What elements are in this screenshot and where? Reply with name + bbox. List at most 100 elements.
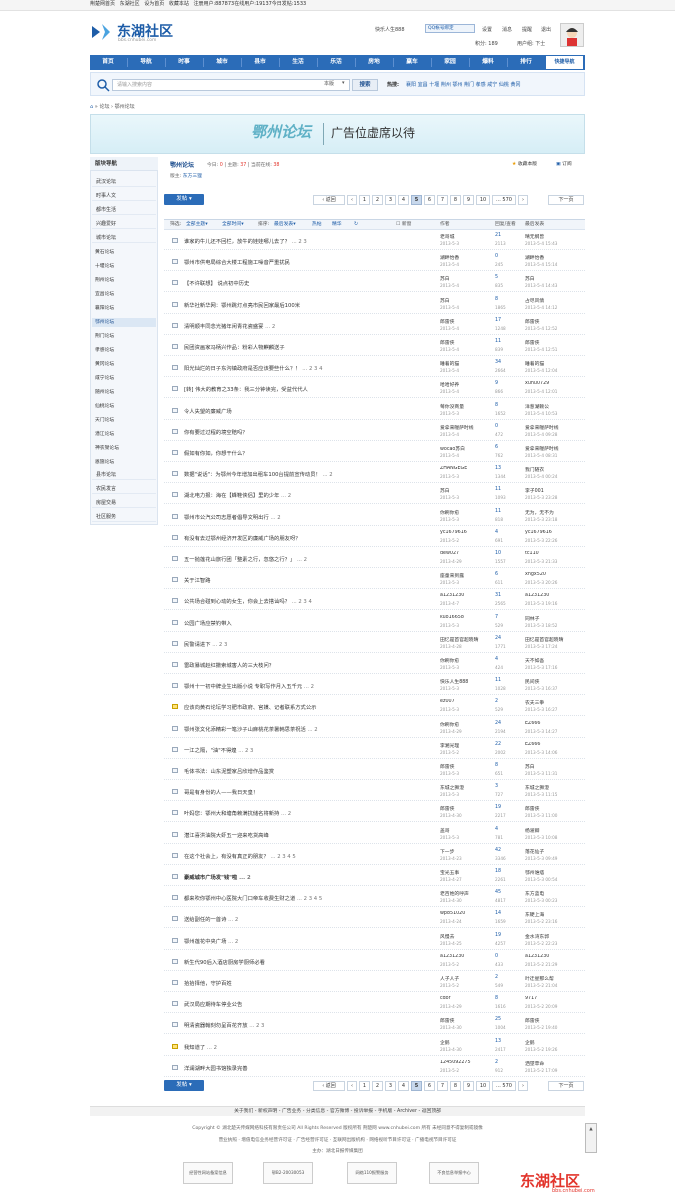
last-poster[interactable]: 同林子	[525, 615, 585, 622]
reply-count[interactable]: 8	[495, 297, 498, 302]
reply-count[interactable]: 4	[495, 827, 498, 832]
page-current[interactable]: 5	[411, 1081, 422, 1091]
last-poster[interactable]: 农夫三拳	[525, 699, 585, 706]
thread-title[interactable]: 民团资画家冯柄兴作品：粉彩人物麒麟送子	[184, 343, 434, 351]
hot-link[interactable]: 荆州	[441, 82, 451, 88]
hot-link[interactable]: 十堰	[429, 82, 439, 88]
fav-board-button[interactable]: ★ 收藏本版	[512, 160, 537, 167]
thread-title[interactable]: 应该向黄石论坛学习肥市政府、官媒、记者联系方式公示	[184, 703, 434, 711]
thread-author[interactable]: 你刷你愈	[440, 509, 490, 516]
last-poster[interactable]: 无为，无不为	[525, 509, 585, 516]
last-poster[interactable]: 杨濯卿	[525, 827, 585, 834]
thread-pages[interactable]: ... 2	[304, 684, 314, 690]
thread-title[interactable]: 阳光灿烂的日子东沟镇政府是否应该要些什么？！ ... 2 3 4	[184, 364, 434, 372]
last-post-time[interactable]: 2013-5-2 19:26	[525, 1047, 557, 1052]
thread-title[interactable]: 鄂州市公汽公司志愿者倡导文明出行 ... 2	[184, 513, 434, 521]
reply-count[interactable]: 19	[495, 805, 501, 810]
last-poster[interactable]: EZ666	[525, 721, 585, 726]
last-post-time[interactable]: 2013-5-3 10:08	[525, 835, 557, 840]
username[interactable]: 快乐人生888	[375, 26, 405, 33]
last-poster[interactable]: xuhu0729	[525, 381, 585, 386]
badge-110[interactable]: 网络110报警服务	[347, 1162, 397, 1184]
messages-link[interactable]: 消息	[502, 26, 512, 33]
page-link[interactable]: 8	[450, 1081, 461, 1091]
page-link[interactable]: 7	[437, 1081, 448, 1091]
quick-nav-button[interactable]: 快捷导航	[546, 56, 583, 69]
notify-link[interactable]: 提醒	[522, 26, 532, 33]
reply-count[interactable]: 24	[495, 636, 501, 641]
reply-count[interactable]: 7	[495, 615, 498, 620]
last-post-time[interactable]: 2013-5-3 11:31	[525, 771, 557, 776]
sidebar-item[interactable]: 恩施论坛	[95, 458, 114, 467]
last-post-time[interactable]: 2013-5-4 00:24	[525, 474, 557, 479]
reply-count[interactable]: 8	[495, 763, 498, 768]
thread-author[interactable]: 苏白	[440, 297, 490, 304]
page-link[interactable]: 1	[359, 1081, 370, 1091]
thread-author[interactable]: 东城之狮澄	[440, 784, 490, 791]
sidebar-item-current[interactable]: 鄂州论坛	[92, 318, 156, 327]
breadcrumb-board[interactable]: 鄂州论坛	[115, 104, 135, 110]
last-post-time[interactable]: 2013-5-3 18:52	[525, 623, 557, 628]
reply-count[interactable]: 3	[495, 784, 498, 789]
thread-title[interactable]: 你有要过过程的境空赔吗？	[184, 428, 434, 436]
thread-pages[interactable]: ... 2 3 4 5	[270, 854, 295, 860]
reply-count[interactable]: 21	[495, 233, 501, 238]
reply-count[interactable]: 19	[495, 933, 501, 938]
page-link[interactable]: 3	[385, 1081, 396, 1091]
points[interactable]: 积分: 189	[475, 40, 498, 47]
thread-author[interactable]: 郎雷侠	[440, 318, 490, 325]
reply-count[interactable]: 2	[495, 1060, 498, 1065]
thread-author[interactable]: a1231230	[440, 954, 490, 959]
thread-author[interactable]: 你刷你愈	[440, 657, 490, 664]
thread-author[interactable]: 莓你没商量	[440, 403, 490, 410]
nav-home[interactable]: 首页	[90, 55, 126, 70]
home-icon[interactable]: ⌂	[90, 104, 93, 110]
page-link[interactable]: 9	[463, 1081, 474, 1091]
hot-link[interactable]: 咸宁	[487, 82, 497, 88]
last-poster[interactable]: 占尽风情	[525, 297, 585, 304]
page-link[interactable]: 2	[372, 1081, 383, 1091]
thread-author[interactable]: 老哥城	[440, 233, 490, 240]
sidebar-item[interactable]: 神农架论坛	[95, 444, 119, 453]
thread-author[interactable]: kuo16658	[440, 615, 490, 620]
thread-author[interactable]: cdor	[440, 996, 490, 1001]
last-poster[interactable]: 田忆是首官超晓晴	[525, 636, 585, 643]
sidebar-cat[interactable]: 房屋交易	[92, 498, 156, 508]
thread-title[interactable]: 雷政暴城赵红撒索城害人的三大枝问？	[184, 661, 434, 669]
page-link[interactable]: 4	[398, 195, 409, 205]
search-scope[interactable]: 本版	[324, 80, 334, 87]
next-arrow[interactable]: ›	[518, 195, 528, 205]
nav-life[interactable]: 生活	[280, 55, 316, 70]
reply-count[interactable]: 25	[495, 1017, 501, 1022]
sidebar-item[interactable]: 黄石论坛	[95, 248, 114, 257]
thread-pages[interactable]: ... 2 3	[292, 239, 307, 245]
hot-link[interactable]: 宜昌	[418, 82, 428, 88]
back-button[interactable]: ‹ 返回	[313, 195, 345, 205]
thread-pages[interactable]: ... 2	[270, 515, 280, 521]
sidebar-cat[interactable]: 县市论坛	[92, 470, 156, 480]
page-link[interactable]: 10	[476, 195, 490, 205]
reply-count[interactable]: 18	[495, 869, 501, 874]
thread-title[interactable]: 拾拾择他，守护百姓	[184, 979, 434, 987]
thread-author[interactable]: dew027	[440, 551, 490, 556]
thread-pages[interactable]: ... 2	[239, 875, 251, 881]
thread-pages[interactable]: ... 2	[228, 917, 238, 923]
thread-pages[interactable]: ... 2 3	[238, 748, 253, 754]
last-poster[interactable]: 洋葱湖赖公	[525, 403, 585, 410]
last-post-time[interactable]: 2013-5-3 14:06	[525, 750, 557, 755]
last-post-time[interactable]: 2013-5-2 17:09	[525, 1068, 557, 1073]
breadcrumb-forum[interactable]: 论坛	[99, 104, 109, 110]
next-page-button[interactable]: 下一页	[548, 195, 584, 205]
last-poster[interactable]: 鄂州谁痞	[525, 869, 585, 876]
last-post-time[interactable]: 2013-5-3 20:26	[525, 580, 557, 585]
reply-count[interactable]: 4	[495, 657, 498, 662]
thread-title[interactable]: 数据"说话"：为鄂州今年增加出租车100台提前宣传动员！ ... 2	[184, 470, 434, 478]
thread-title[interactable]: 我知道了 ... 2	[184, 1043, 434, 1051]
sidebar-cat[interactable]: 都市生活	[92, 205, 156, 215]
scroll-top-icon[interactable]: ▲	[585, 1123, 597, 1153]
last-poster[interactable]: a1231230	[525, 954, 585, 959]
last-poster[interactable]: 东硬上海	[525, 911, 585, 918]
thread-title[interactable]: 五一抛莲花山旅行团「整素之行，忽悠之行？」 ... 2	[184, 555, 434, 563]
nav-county[interactable]: 县市	[242, 55, 278, 70]
last-post-time[interactable]: 2013-5-4 12:51	[525, 347, 557, 352]
